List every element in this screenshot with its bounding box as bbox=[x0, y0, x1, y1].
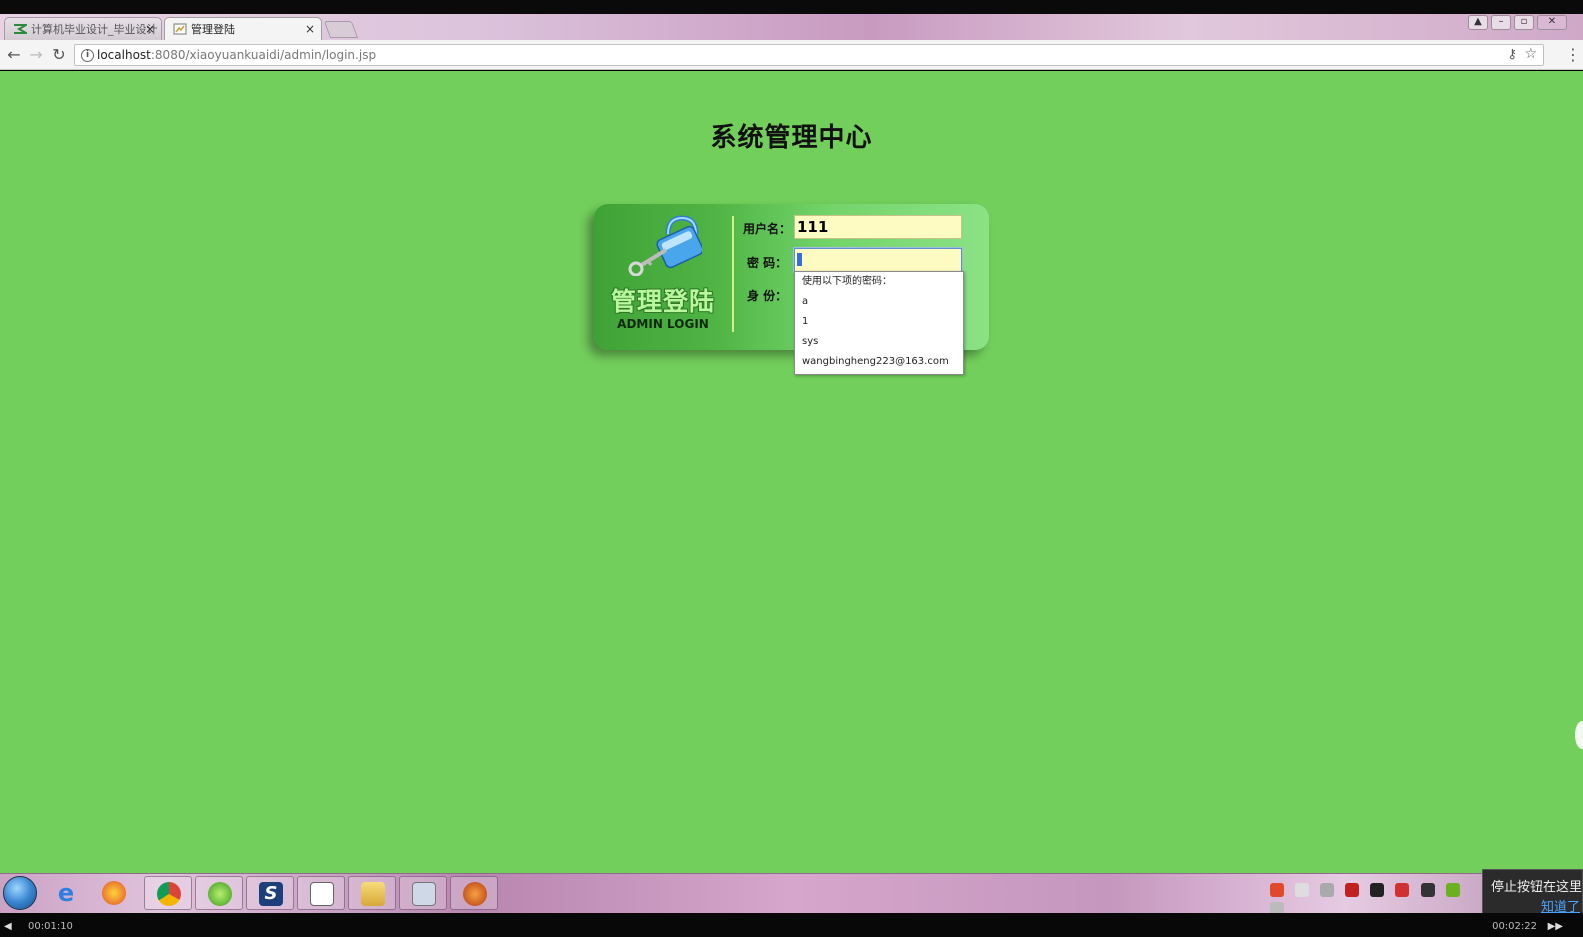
recorder-playback-bar: ◀ 00:01:10 00:02:22 ▶▶ bbox=[0, 913, 1583, 937]
text-cursor bbox=[797, 252, 802, 266]
taskbar-tools[interactable] bbox=[399, 876, 447, 910]
site-info-icon[interactable]: i bbox=[81, 49, 94, 62]
forward-arrow-icon[interactable]: → bbox=[26, 45, 46, 65]
username-input[interactable]: 111 bbox=[794, 215, 962, 239]
page-title: 系统管理中心 bbox=[710, 123, 873, 153]
username-label: 用户名： bbox=[743, 222, 792, 236]
role-label: 身 份： bbox=[747, 289, 788, 303]
password-autocomplete-dropdown[interactable]: 使用以下项的密码： a 1 sys wangbingheng223@163.co… bbox=[794, 271, 964, 375]
taskbar-recorder[interactable] bbox=[450, 876, 498, 910]
autocomplete-header: 使用以下项的密码： bbox=[802, 276, 892, 287]
tab-close-icon[interactable]: × bbox=[145, 18, 155, 40]
tab-graduation-design[interactable]: 计算机毕业设计_毕业设计 × bbox=[4, 17, 162, 40]
recorder-side-handle[interactable] bbox=[1575, 721, 1583, 749]
recorder-top-bar bbox=[0, 0, 1583, 14]
tray-red-icon[interactable] bbox=[1395, 883, 1410, 897]
password-key-icon[interactable]: ⚷ bbox=[1507, 47, 1517, 62]
taskbar-ie[interactable]: e bbox=[42, 876, 90, 910]
url-host: localhost bbox=[97, 48, 151, 62]
autocomplete-option[interactable]: a bbox=[795, 292, 963, 312]
admin-login-heading-en: ADMIN LOGIN bbox=[617, 317, 709, 331]
system-tray bbox=[1270, 882, 1470, 916]
ide-icon: S bbox=[259, 882, 283, 906]
close-window-icon[interactable]: ✕ bbox=[1537, 15, 1567, 30]
bookmark-star-icon[interactable]: ☆ bbox=[1524, 46, 1537, 62]
sogou-ime-icon[interactable] bbox=[1270, 883, 1284, 897]
password-label: 密 码： bbox=[747, 256, 788, 270]
page-favicon-icon bbox=[173, 23, 187, 35]
taskbar-chrome[interactable] bbox=[144, 876, 192, 910]
start-menu-icon[interactable] bbox=[3, 876, 37, 910]
minimize-icon[interactable]: – bbox=[1491, 15, 1511, 30]
tab-label: 计算机毕业设计_毕业设计 bbox=[31, 23, 158, 36]
tray-app-icon[interactable] bbox=[1320, 883, 1335, 897]
fast-forward-icon[interactable]: ▶▶ bbox=[1548, 921, 1563, 932]
autocomplete-option[interactable]: sys bbox=[795, 332, 963, 352]
admin-login-heading-cn: 管理登陆 bbox=[610, 287, 715, 316]
green-app-icon bbox=[208, 882, 232, 906]
tray-green-icon[interactable] bbox=[1445, 883, 1460, 897]
login-branding: 管理登陆 ADMIN LOGIN bbox=[594, 204, 732, 350]
taskbar-green-app[interactable] bbox=[195, 876, 243, 910]
password-input[interactable] bbox=[793, 247, 963, 273]
address-bar[interactable]: i localhost:8080/xiaoyuankuaidi/admin/lo… bbox=[74, 44, 1544, 66]
url-path: :8080/xiaoyuankuaidi/admin/login.jsp bbox=[150, 48, 377, 62]
site-favicon-icon bbox=[14, 24, 27, 34]
panel-divider bbox=[732, 216, 734, 332]
new-tab-button[interactable] bbox=[323, 21, 359, 38]
notice-text: 停止按钮在这里 bbox=[1491, 880, 1583, 895]
browser-tab-strip: 计算机毕业设计_毕业设计 × 管理登陆 × ▲ – ▫ ✕ bbox=[0, 14, 1583, 40]
recorder-icon bbox=[463, 882, 487, 906]
total-time: 00:02:22 bbox=[1492, 921, 1537, 932]
tab-close-icon[interactable]: × bbox=[305, 18, 315, 40]
user-profile-icon[interactable]: ▲ bbox=[1468, 15, 1488, 30]
media-player-icon bbox=[102, 881, 126, 905]
ime-settings-icon[interactable] bbox=[1295, 883, 1310, 897]
tray-dark-icon[interactable] bbox=[1420, 883, 1435, 897]
taskbar-eclipse[interactable]: S bbox=[246, 876, 294, 910]
tab-label: 管理登陆 bbox=[191, 23, 235, 36]
taskbar-media[interactable] bbox=[90, 876, 138, 910]
browser-menu-icon[interactable]: ⋮ bbox=[1565, 45, 1581, 65]
browser-toolbar: ← → ↻ i localhost:8080/xiaoyuankuaidi/ad… bbox=[0, 40, 1583, 70]
restore-icon[interactable]: ▫ bbox=[1514, 15, 1534, 30]
url-text: localhost:8080/xiaoyuankuaidi/admin/logi… bbox=[97, 45, 376, 65]
monitor-chart-icon bbox=[310, 882, 334, 906]
taskbar-chart-app[interactable] bbox=[297, 876, 345, 910]
internet-explorer-icon: e bbox=[57, 879, 75, 907]
windows-taskbar: e S bbox=[0, 873, 1583, 916]
chrome-icon bbox=[157, 882, 181, 906]
play-icon[interactable]: ◀ bbox=[4, 921, 12, 932]
folder-icon bbox=[361, 882, 385, 906]
taskbar-explorer[interactable] bbox=[348, 876, 396, 910]
tools-icon bbox=[412, 882, 436, 906]
reload-icon[interactable]: ↻ bbox=[49, 45, 69, 65]
autocomplete-option[interactable]: 1 bbox=[795, 312, 963, 332]
antivirus-icon[interactable] bbox=[1345, 883, 1360, 897]
qq-icon[interactable] bbox=[1370, 883, 1385, 897]
elapsed-time: 00:01:10 bbox=[28, 921, 73, 932]
back-arrow-icon[interactable]: ← bbox=[4, 45, 24, 65]
tab-admin-login[interactable]: 管理登陆 × bbox=[164, 17, 322, 40]
page-body: 系统管理中心 管理登陆 ADMIN LOGIN 用户名： 111 密 码： 身 … bbox=[0, 71, 1583, 873]
padlock-key-icon bbox=[628, 215, 702, 276]
autocomplete-option[interactable]: wangbingheng223@163.com bbox=[795, 352, 963, 372]
